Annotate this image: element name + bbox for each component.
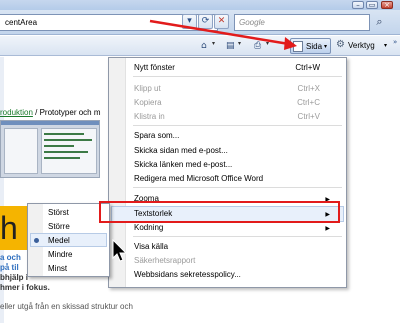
submenu-item-largest[interactable]: Störst [48, 208, 69, 217]
tools-menu-button[interactable]: ⚙ Verktyg ▾ [336, 39, 392, 53]
close-window-button[interactable]: × [381, 1, 393, 9]
feeds-dropdown-icon[interactable]: ▾ [238, 40, 241, 47]
tools-menu-label: Verktyg [348, 41, 375, 50]
submenu-item-medium[interactable]: Medel [48, 236, 70, 245]
menu-separator [133, 76, 342, 77]
title-bar: – ▭ × [0, 0, 400, 10]
breadcrumb-text: / Prototyper och m [32, 108, 101, 117]
menu-separator [133, 125, 342, 126]
search-input[interactable] [235, 15, 369, 30]
page-menu-button[interactable]: Sida ▾ [290, 38, 331, 54]
menu-shortcut: Ctrl+C [297, 98, 320, 107]
dropdown-arrow-icon[interactable]: ▾ [182, 14, 197, 29]
menu-item-privacy-policy[interactable]: Webbsidans sekretesspolicy... [134, 270, 241, 279]
minimize-button[interactable]: – [352, 1, 364, 9]
image-line [44, 145, 74, 147]
body-text: a och [0, 253, 21, 262]
menu-shortcut: Ctrl+V [297, 112, 320, 121]
breadcrumb: roduktion / Prototyper och m [0, 108, 101, 117]
print-dropdown-icon[interactable]: ▾ [266, 40, 269, 47]
feeds-icon[interactable]: ▤ [226, 39, 235, 53]
body-text: på til [0, 263, 19, 272]
menu-item-encoding[interactable]: Kodning [134, 223, 163, 232]
body-text: eller utgå från en skissad struktur och [0, 302, 133, 311]
menu-shortcut: Ctrl+X [297, 84, 320, 93]
chevron-down-icon: ▾ [324, 43, 328, 50]
body-text: bhjälp i [0, 273, 28, 282]
refresh-icon[interactable]: ⟳ [198, 14, 213, 29]
address-row: centArea ▾ ⟳ ✕ ⌕ [0, 10, 400, 35]
menu-item-new-window[interactable]: Nytt fönster [134, 63, 175, 72]
image-panel [4, 128, 38, 174]
stop-icon[interactable]: ✕ [214, 14, 229, 29]
page-icon [293, 41, 303, 52]
page-dropdown-menu: Nytt fönster Ctrl+W Klipp ut Ctrl+X Kopi… [108, 57, 347, 288]
menu-separator [133, 187, 342, 188]
submenu-item-smaller[interactable]: Mindre [48, 250, 72, 259]
annotation-highlight-box [99, 201, 340, 223]
gear-icon: ⚙ [336, 39, 345, 50]
submenu-item-larger[interactable]: Större [48, 222, 70, 231]
search-box[interactable] [234, 14, 370, 31]
page-menu-label: Sida [306, 42, 323, 51]
image-line [44, 157, 80, 159]
menu-item-send-link[interactable]: Skicka länken med e-post... [134, 160, 232, 169]
home-icon[interactable]: ⌂ [201, 39, 207, 53]
menu-item-view-source[interactable]: Visa källa [134, 242, 168, 251]
body-text: hmer i fokus. [0, 283, 50, 292]
submenu-item-smallest[interactable]: Minst [48, 264, 67, 273]
image-line [44, 133, 84, 135]
menu-item-copy[interactable]: Kopiera [134, 98, 162, 107]
submenu-arrow-icon: ▶ [325, 225, 330, 232]
image-titlebar [1, 121, 99, 125]
menu-separator [133, 236, 342, 237]
menu-item-send-page[interactable]: Skicka sidan med e-post... [134, 146, 228, 155]
menu-item-security-report[interactable]: Säkerhetsrapport [134, 256, 195, 265]
screenshot-image [0, 120, 100, 178]
search-icon[interactable]: ⌕ [372, 15, 387, 30]
print-icon[interactable]: ⎙ [254, 39, 261, 53]
text-size-submenu: Störst Större Medel Mindre Minst [27, 203, 110, 277]
chevron-down-icon: ▾ [384, 42, 388, 49]
image-line [44, 139, 92, 141]
breadcrumb-link[interactable]: roduktion [0, 108, 33, 117]
menu-item-paste[interactable]: Klistra in [134, 112, 165, 121]
menu-item-edit-word[interactable]: Redigera med Microsoft Office Word [134, 174, 263, 183]
command-bar: ⌂ ▾ ▤ ▾ ⎙ ▾ Sida ▾ ⚙ Verktyg ▾ » [0, 36, 400, 56]
mouse-cursor-icon [112, 239, 128, 262]
menu-item-save-as[interactable]: Spara som... [134, 131, 179, 140]
maximize-button[interactable]: ▭ [366, 1, 378, 9]
menu-item-cut[interactable]: Klipp ut [134, 84, 161, 93]
toolbar-overflow-icon[interactable]: » [393, 38, 397, 46]
image-line [44, 151, 88, 153]
home-dropdown-icon[interactable]: ▾ [212, 40, 215, 47]
menu-shortcut: Ctrl+W [295, 63, 320, 72]
address-url[interactable]: centArea [5, 18, 37, 27]
selected-radio-icon [34, 238, 39, 243]
